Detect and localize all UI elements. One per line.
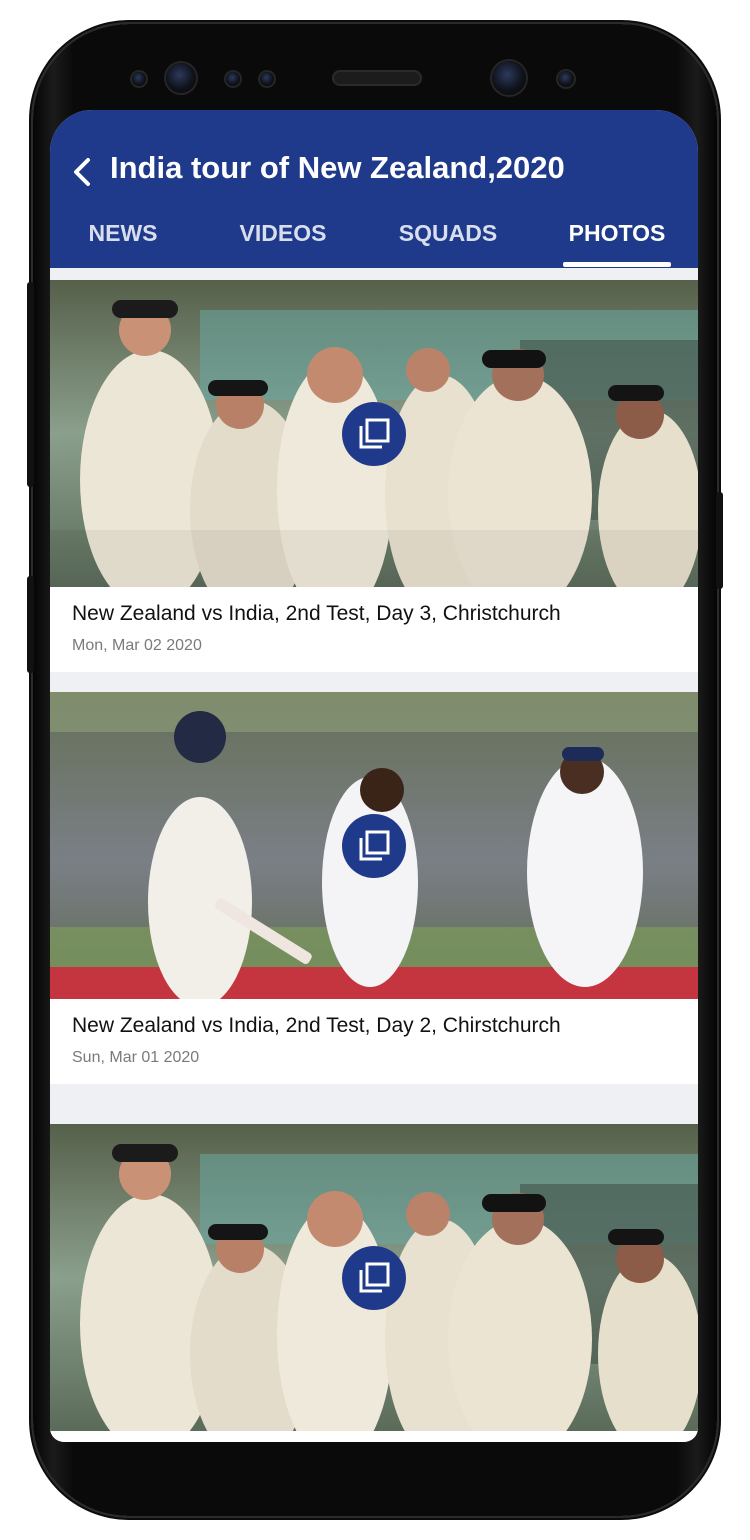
iris-scanner-icon [166, 63, 196, 93]
gallery-date: Mon, Mar 02 2020 [72, 637, 202, 654]
tab-bar: NEWS VIDEOS SQUADS PHOTOS [50, 206, 698, 268]
front-camera-icon [492, 61, 526, 95]
app-screen: India tour of New Zealand,2020 NEWS VIDE… [50, 110, 698, 1442]
gallery-card[interactable]: New Zealand vs India, 2nd Test, Day 3, C… [50, 280, 698, 672]
photo-gallery-list: New Zealand vs India, 2nd Test, Day 3, C… [50, 268, 698, 1442]
sensor-icon [558, 71, 574, 87]
earpiece [332, 70, 422, 86]
tab-squads[interactable]: SQUADS [392, 220, 504, 247]
back-button[interactable] [64, 148, 100, 196]
gallery-card[interactable]: New Zealand vs India, 2nd Test, Day 2, C… [50, 692, 698, 1084]
page-title: India tour of New Zealand,2020 [110, 150, 565, 185]
tab-news[interactable]: NEWS [72, 220, 174, 247]
tab-videos[interactable]: VIDEOS [228, 220, 338, 247]
gallery-card[interactable] [50, 1124, 698, 1442]
gallery-title[interactable]: New Zealand vs India, 2nd Test, Day 3, C… [72, 602, 561, 626]
app-header: India tour of New Zealand,2020 NEWS VIDE… [50, 110, 698, 268]
gallery-icon [359, 830, 390, 861]
gallery-icon [359, 1262, 390, 1293]
back-arrow-icon [74, 158, 90, 186]
tab-photos[interactable]: PHOTOS [560, 220, 674, 247]
sensor-icon [260, 72, 274, 86]
power-button [716, 492, 723, 589]
volume-down-button [27, 576, 34, 673]
open-gallery-button[interactable] [342, 402, 406, 466]
open-gallery-button[interactable] [342, 1246, 406, 1310]
sensor-icon [132, 72, 146, 86]
gallery-icon [359, 418, 390, 449]
sensor-icon [226, 72, 240, 86]
volume-up-button [27, 282, 34, 487]
gallery-title[interactable]: New Zealand vs India, 2nd Test, Day 2, C… [72, 1014, 561, 1038]
gallery-date: Sun, Mar 01 2020 [72, 1049, 200, 1066]
active-tab-indicator [563, 262, 671, 267]
open-gallery-button[interactable] [342, 814, 406, 878]
